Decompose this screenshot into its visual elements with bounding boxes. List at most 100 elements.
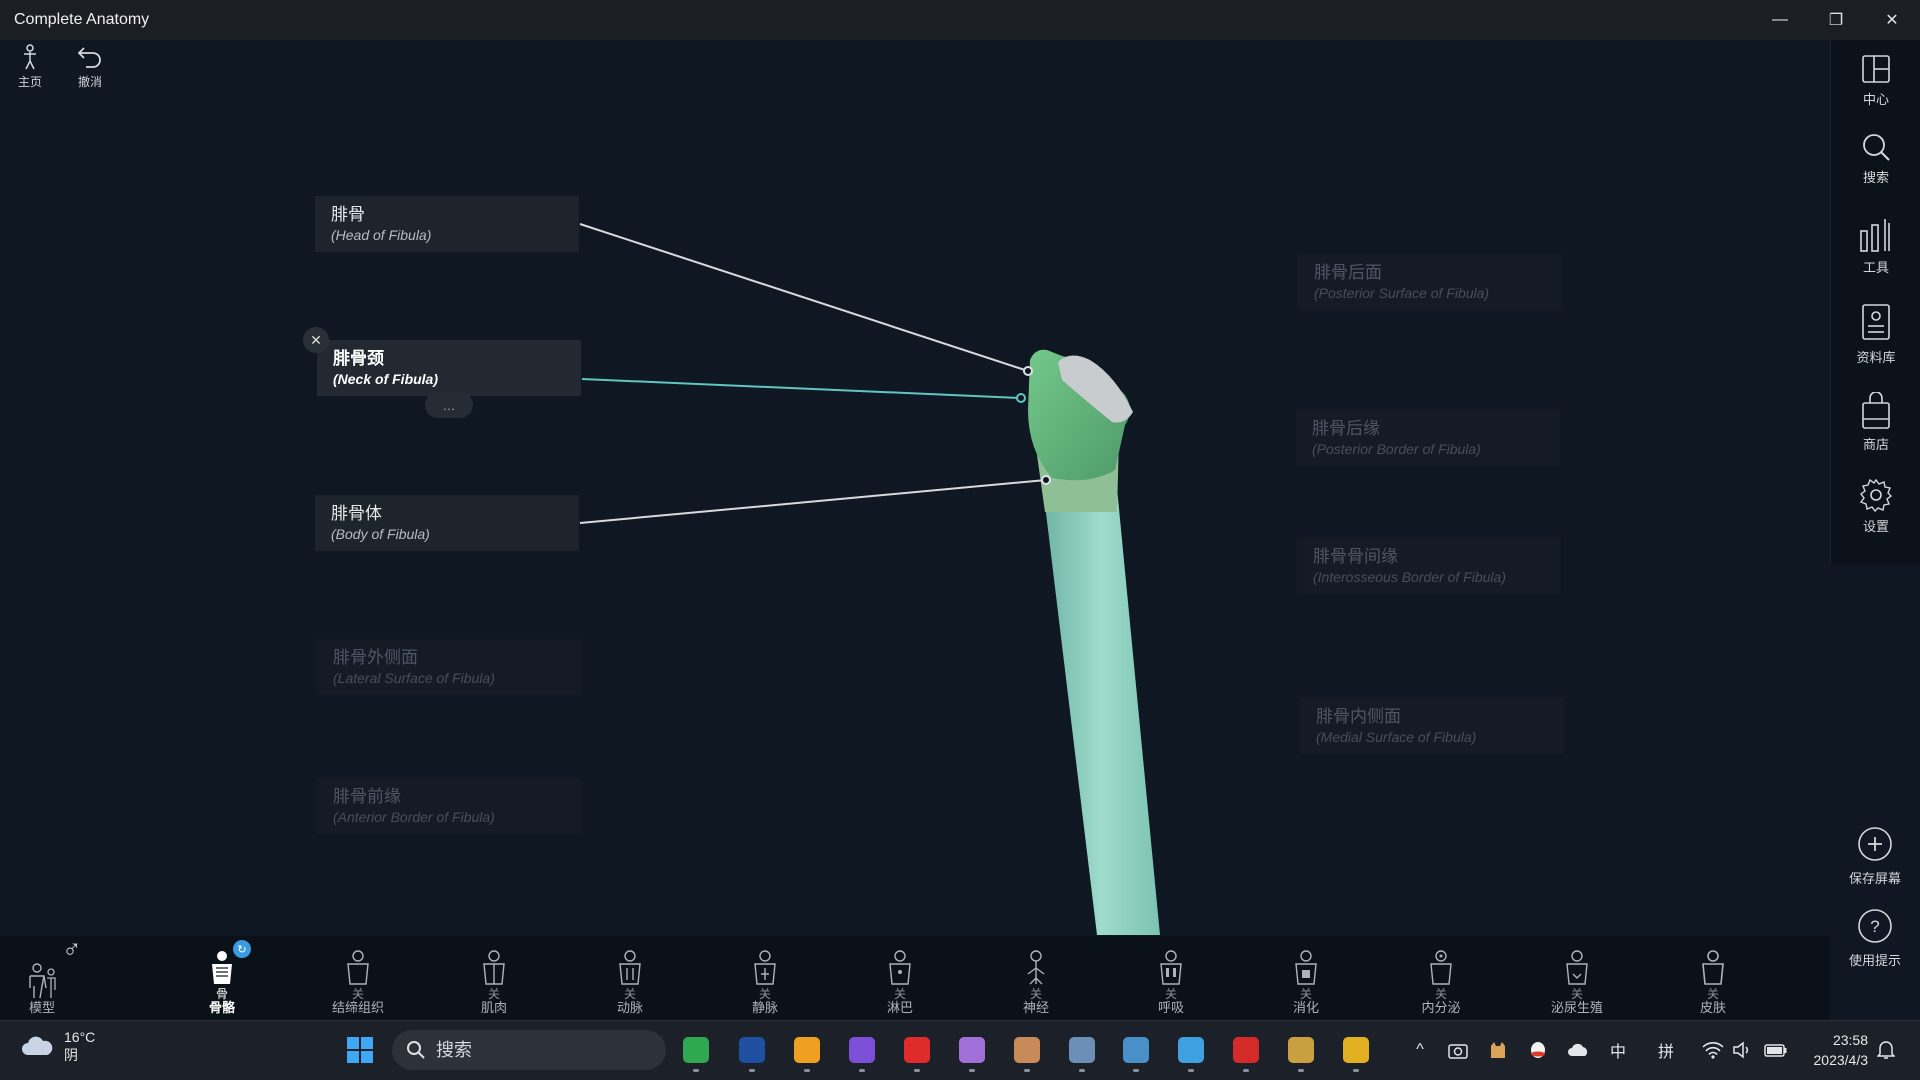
app-tile <box>794 1037 820 1063</box>
system-arteries[interactable]: 关 动脉 <box>580 936 680 1020</box>
artery-figure-icon <box>619 950 641 985</box>
system-connective-tissue[interactable]: 关 结缔组织 <box>308 936 408 1020</box>
vein-figure-icon <box>754 950 776 985</box>
minimize-button[interactable]: — <box>1752 0 1808 40</box>
chrome-app-icon[interactable] <box>1334 1030 1378 1072</box>
label-cn: 腓骨前缘 <box>333 787 401 806</box>
app-tile <box>1014 1037 1040 1063</box>
obsidian-app-icon[interactable] <box>840 1030 884 1072</box>
running-indicator <box>859 1069 865 1072</box>
system-lymph[interactable]: 关 淋巴 <box>850 936 950 1020</box>
system-label: 静脉 <box>751 1000 778 1015</box>
pin-head[interactable] <box>1023 366 1033 376</box>
system-label: 骨骼 <box>208 1000 235 1015</box>
system-urogenital[interactable]: 关 泌尿生殖 <box>1527 936 1627 1020</box>
g-app-icon[interactable] <box>785 1030 829 1072</box>
system-label: 皮肤 <box>1699 1000 1726 1015</box>
app-tile <box>739 1037 765 1063</box>
system-digestive[interactable]: 关 消化 <box>1256 936 1356 1020</box>
label-interosseous-border-of-fibula[interactable]: 腓骨骨间缘 (Interosseous Border of Fibula) <box>1297 538 1561 594</box>
gear-icon <box>1859 478 1893 512</box>
wifi-icon[interactable] <box>1700 1034 1726 1066</box>
close-window-button[interactable]: ✕ <box>1864 0 1920 40</box>
label-cn: 腓骨颈 <box>333 349 384 368</box>
league-app-icon[interactable] <box>1279 1030 1323 1072</box>
pin-neck[interactable] <box>1016 393 1026 403</box>
plus-circle-icon <box>1858 827 1892 861</box>
taskbar-search-input[interactable] <box>436 1039 636 1061</box>
sandbox-app-icon[interactable] <box>1060 1030 1104 1072</box>
anime-app-icon[interactable] <box>950 1030 994 1072</box>
more-options-button[interactable]: … <box>425 392 473 418</box>
start-button[interactable] <box>338 1030 382 1070</box>
endocrine-figure-icon <box>1430 950 1452 985</box>
pin-body[interactable] <box>1041 475 1051 485</box>
notification-bell-icon[interactable] <box>1874 1034 1898 1066</box>
system-state: 关 <box>1029 987 1042 1001</box>
netease-music-icon[interactable] <box>895 1030 939 1072</box>
app-tile <box>1069 1037 1095 1063</box>
system-nerves[interactable]: 关 神经 <box>986 936 1086 1020</box>
help-button[interactable]: ? 使用提示 <box>1830 908 1920 969</box>
system-skeleton[interactable]: 骨 骨骼 <box>172 936 272 1020</box>
close-label-button[interactable]: ✕ <box>303 327 329 353</box>
app-tile <box>849 1037 875 1063</box>
spreadsheet-app-icon[interactable] <box>674 1030 718 1072</box>
taskbar-search[interactable] <box>392 1030 666 1070</box>
title-bar: Complete Anatomy — ❐ ✕ <box>0 0 1920 40</box>
restore-button[interactable]: ❐ <box>1808 0 1864 40</box>
app-tile <box>1343 1037 1369 1063</box>
label-anterior-border-of-fibula[interactable]: 腓骨前缘 (Anterior Border of Fibula) <box>317 778 581 834</box>
system-respiratory[interactable]: 关 呼吸 <box>1121 936 1221 1020</box>
battery-icon[interactable] <box>1762 1034 1790 1066</box>
running-indicator <box>804 1069 810 1072</box>
leader-line-neck <box>581 378 1022 399</box>
pdf-app-icon[interactable] <box>1224 1030 1268 1072</box>
fibula-body[interactable] <box>1043 488 1160 935</box>
help-icon: ? <box>1858 909 1892 943</box>
label-lateral-surface-of-fibula[interactable]: 腓骨外侧面 (Lateral Surface of Fibula) <box>317 639 581 695</box>
skeleton-figure-icon <box>212 951 232 984</box>
anatomy-viewport[interactable] <box>0 40 1828 936</box>
tray-overflow-chevron[interactable]: ^ <box>1408 1034 1432 1066</box>
search-icon <box>1863 133 1890 161</box>
volume-icon[interactable] <box>1730 1034 1756 1066</box>
rail-center-button[interactable]: 中心 <box>1831 40 1920 120</box>
system-skin[interactable]: 关 皮肤 <box>1663 936 1763 1020</box>
running-indicator <box>1353 1069 1359 1072</box>
weather-widget[interactable]: 16°C 阴 <box>20 1028 95 1064</box>
system-veins[interactable]: 关 静脉 <box>715 936 815 1020</box>
label-posterior-border-of-fibula[interactable]: 腓骨后缘 (Posterior Border of Fibula) <box>1296 410 1560 466</box>
anatomy-app-icon[interactable] <box>1005 1030 1049 1072</box>
label-medial-surface-of-fibula[interactable]: 腓骨内侧面 (Medial Surface of Fibula) <box>1300 698 1564 754</box>
rail-shop-button[interactable]: 商店 <box>1831 382 1920 462</box>
label-posterior-surface-of-fibula[interactable]: 腓骨后面 (Posterior Surface of Fibula) <box>1298 254 1562 310</box>
rail-search-button[interactable]: 搜索 <box>1831 118 1920 198</box>
system-muscles[interactable]: 关 肌肉 <box>444 936 544 1020</box>
tray-camera-icon[interactable] <box>1446 1034 1470 1066</box>
tray-cat-icon[interactable] <box>1486 1034 1510 1066</box>
search-icon <box>407 1041 425 1059</box>
ime-mode-toggle[interactable]: 中 <box>1606 1034 1630 1066</box>
save-screen-button[interactable]: 保存屏幕 <box>1830 826 1920 887</box>
save-screen-label: 保存屏幕 <box>1848 871 1901 886</box>
tray-qq-icon[interactable] <box>1526 1034 1550 1066</box>
cat-app-icon[interactable] <box>730 1030 774 1072</box>
label-body-of-fibula[interactable]: 腓骨体 (Body of Fibula) <box>315 495 579 551</box>
ime-name-indicator[interactable]: 拼 <box>1654 1034 1678 1066</box>
rail-settings-button[interactable]: 设置 <box>1831 466 1920 546</box>
tray-cloud-icon[interactable] <box>1566 1034 1590 1066</box>
system-state: 关 <box>1434 987 1447 1001</box>
rail-label: 资料库 <box>1856 349 1896 365</box>
rail-tools-button[interactable]: 工具 <box>1831 206 1920 286</box>
label-en: (Head of Fibula) <box>331 227 432 243</box>
label-cn: 腓骨后缘 <box>1312 419 1380 438</box>
label-neck-of-fibula[interactable]: 腓骨颈 (Neck of Fibula) <box>317 340 581 396</box>
gender-toggle[interactable]: ♂ <box>62 934 82 965</box>
system-endocrine[interactable]: 关 内分泌 <box>1391 936 1491 1020</box>
label-head-of-fibula[interactable]: 腓骨 (Head of Fibula) <box>315 196 579 252</box>
chart-app-icon[interactable] <box>1114 1030 1158 1072</box>
rail-library-button[interactable]: 资料库 <box>1831 294 1920 374</box>
system-clock[interactable]: 23:58 2023/4/3 <box>1814 1030 1869 1070</box>
board-app-icon[interactable] <box>1169 1030 1213 1072</box>
